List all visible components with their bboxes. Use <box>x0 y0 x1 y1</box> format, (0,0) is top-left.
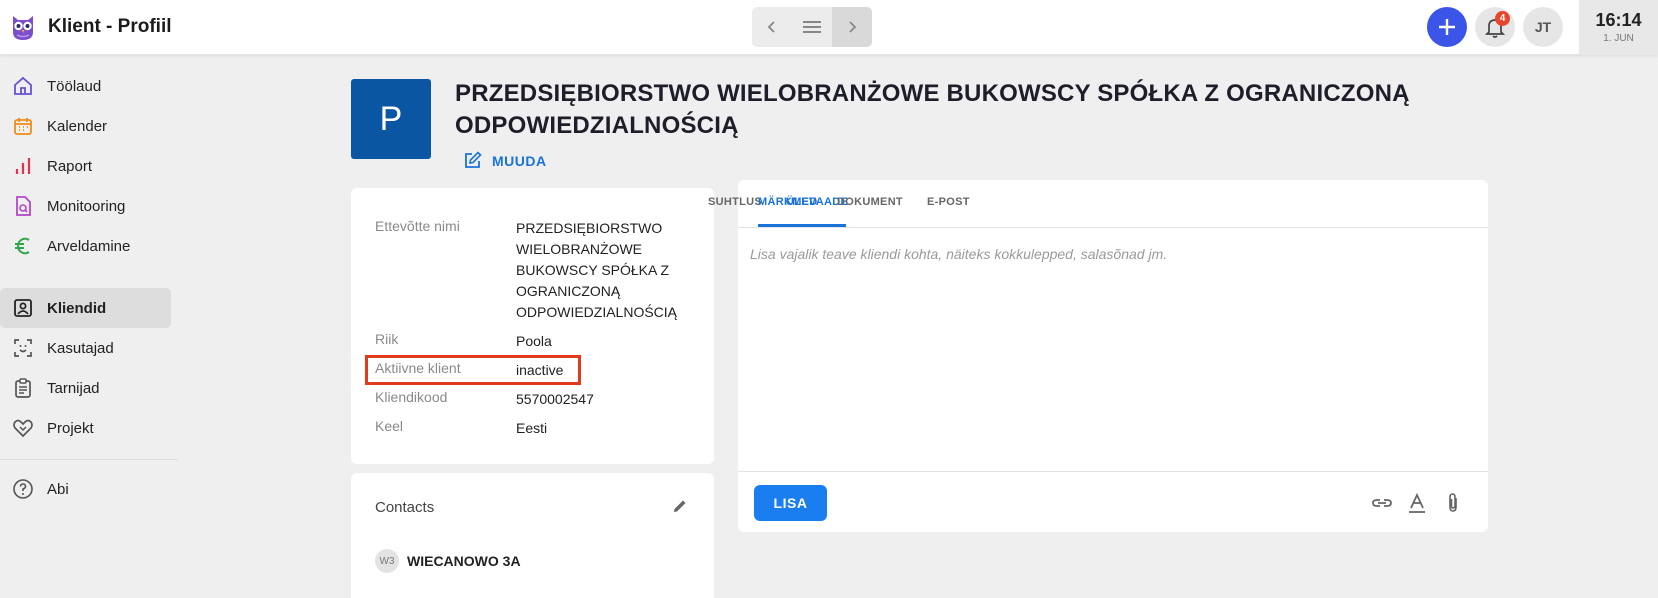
contacts-title: Contacts <box>375 499 435 516</box>
list-item[interactable]: W3 WIECANOWO 3A <box>375 549 521 573</box>
info-row-language: Keel Eesti <box>375 418 696 439</box>
calendar-icon <box>12 115 34 137</box>
face-scan-icon <box>12 337 34 359</box>
sidebar-item-label: Kalender <box>47 117 108 135</box>
sidebar-item-label: Kliendid <box>47 299 107 317</box>
owl-logo-icon[interactable] <box>10 12 36 42</box>
sidebar-item-monitooring[interactable]: Monitooring <box>0 186 171 226</box>
attachment-icon[interactable] <box>1441 491 1465 515</box>
company-info-card: Ettevõtte nimi PRZEDSIĘBIORSTWO WIELOBRA… <box>351 188 714 464</box>
active-tab-indicator <box>758 224 846 227</box>
tab-suhtlus[interactable]: SUHTLUS <box>708 196 762 208</box>
info-label: Ettevõtte nimi <box>375 218 460 234</box>
notes-card: SUHTLUS MÄRKMED ÜLEVAADE DOKUMENT E-POST… <box>708 180 1488 532</box>
edit-company-label: MUUDA <box>492 152 547 169</box>
tab-dokument[interactable]: DOKUMENT <box>837 196 903 208</box>
info-row-client-code: Kliendikood 5570002547 <box>375 389 696 410</box>
tab-e-post[interactable]: E-POST <box>927 196 970 208</box>
info-label: Keel <box>375 418 404 434</box>
euro-icon <box>12 235 34 257</box>
sidebar: Töölaud Kalender Raport Monitooring Arve… <box>0 55 178 598</box>
bar-chart-icon <box>12 155 34 177</box>
sidebar-item-label: Projekt <box>47 419 94 437</box>
contact-initials-badge: W3 <box>375 549 399 573</box>
sidebar-item-arveldamine[interactable]: Arveldamine <box>0 226 171 266</box>
tab-bar: SUHTLUS MÄRKMED ÜLEVAADE DOKUMENT E-POST <box>708 180 1488 228</box>
edit-icon <box>465 151 482 168</box>
back-button[interactable] <box>752 7 792 47</box>
info-label: Riik <box>375 331 399 347</box>
chevron-right-icon <box>849 21 857 33</box>
home-icon <box>12 75 34 97</box>
clock-time: 16:14 <box>1595 10 1642 30</box>
forward-button[interactable] <box>832 7 872 47</box>
sidebar-item-raport[interactable]: Raport <box>0 146 171 186</box>
sidebar-item-kalender[interactable]: Kalender <box>0 106 171 146</box>
top-bar: Klient - Profiil 4 JT 16:14 1. JUN <box>0 0 1658 55</box>
info-value: 5570002547 <box>516 391 594 407</box>
chevron-left-icon <box>767 21 775 33</box>
add-button[interactable] <box>1427 7 1467 47</box>
sidebar-item-label: Töölaud <box>47 77 102 95</box>
help-icon <box>12 478 34 500</box>
info-row-country: Riik Poola <box>375 331 696 352</box>
sidebar-item-kliendid[interactable]: Kliendid <box>0 288 171 328</box>
clock-date: 1. JUN <box>1603 33 1634 44</box>
sidebar-item-label: Tarnijad <box>47 379 100 397</box>
handshake-icon <box>12 417 34 439</box>
contacts-icon <box>12 297 34 319</box>
link-icon[interactable] <box>1370 491 1394 515</box>
notes-input[interactable]: Lisa vajalik teave kliendi kohta, näitek… <box>750 246 1167 262</box>
info-label: Kliendikood <box>375 389 448 405</box>
pencil-icon <box>674 500 686 512</box>
add-note-button[interactable]: LISA <box>754 485 827 521</box>
info-row-company-name: Ettevõtte nimi PRZEDSIĘBIORSTWO WIELOBRA… <box>375 218 696 323</box>
notification-count-badge: 4 <box>1495 11 1510 26</box>
highlight-box <box>365 355 581 385</box>
clock: 16:14 1. JUN <box>1579 0 1658 55</box>
app-title: Klient - Profiil <box>48 16 172 37</box>
document-search-icon <box>12 195 34 217</box>
sidebar-item-abi[interactable]: Abi <box>0 469 171 509</box>
info-value: Eesti <box>516 420 548 436</box>
clipboard-list-icon <box>12 377 34 399</box>
menu-button[interactable] <box>792 7 832 47</box>
sidebar-item-label: Arveldamine <box>47 237 131 255</box>
sidebar-item-label: Monitooring <box>47 197 126 215</box>
contacts-card: Contacts W3 WIECANOWO 3A <box>351 473 714 598</box>
hamburger-menu-icon <box>803 21 821 33</box>
edit-company-button[interactable]: MUUDA <box>463 151 547 170</box>
contact-name: WIECANOWO 3A <box>407 553 521 569</box>
edit-contacts-button[interactable] <box>671 497 689 520</box>
sidebar-item-label: Abi <box>47 480 69 498</box>
sidebar-item-label: Kasutajad <box>47 339 114 357</box>
notes-footer-divider <box>738 471 1488 472</box>
notifications-button[interactable] <box>1475 7 1515 47</box>
user-avatar[interactable]: JT <box>1523 7 1563 47</box>
sidebar-item-tarnijad[interactable]: Tarnijad <box>0 368 171 408</box>
sidebar-item-toolaud[interactable]: Töölaud <box>0 66 171 106</box>
sidebar-item-projekt[interactable]: Projekt <box>0 408 171 448</box>
text-format-icon[interactable] <box>1405 491 1429 515</box>
page-title: PRZEDSIĘBIORSTWO WIELOBRANŻOWE BUKOWSCY … <box>455 80 1410 139</box>
history-navigation <box>752 7 872 47</box>
company-avatar: P <box>351 79 431 159</box>
info-value: PRZEDSIĘBIORSTWO WIELOBRANŻOWE BUKOWSCY … <box>516 220 678 320</box>
info-value: Poola <box>516 333 552 349</box>
sidebar-item-label: Raport <box>47 157 93 175</box>
sidebar-divider <box>0 459 178 460</box>
plus-icon <box>1439 19 1455 35</box>
sidebar-item-kasutajad[interactable]: Kasutajad <box>0 328 171 368</box>
